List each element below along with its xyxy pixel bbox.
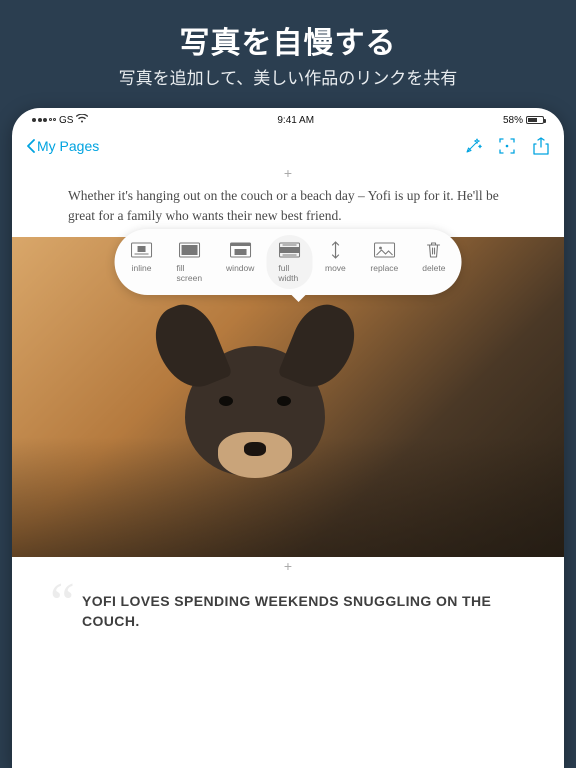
- tool-window[interactable]: window: [214, 235, 266, 289]
- tool-move[interactable]: move: [312, 235, 358, 289]
- battery-pct: 58%: [503, 115, 523, 126]
- battery-icon: [526, 116, 544, 124]
- tool-delete[interactable]: delete: [410, 235, 457, 289]
- signal-dots-icon: [32, 118, 56, 122]
- window-icon: [229, 241, 251, 259]
- magic-wand-icon[interactable]: [464, 137, 482, 155]
- inline-icon: [131, 241, 153, 259]
- fill-screen-icon: [178, 241, 200, 259]
- quote-text: YOFI LOVES SPENDING WEEKENDS SNUGGLING O…: [82, 591, 508, 632]
- plus-icon: +: [284, 165, 292, 181]
- image-block[interactable]: inline fill screen window: [12, 237, 564, 557]
- move-icon: [324, 241, 346, 259]
- quote-mark-icon: “: [50, 575, 75, 631]
- status-bar: GS 9:41 AM 58%: [12, 108, 564, 128]
- full-width-icon: [278, 241, 300, 259]
- promo-header: 写真を自慢する 写真を追加して、美しい作品のリンクを共有: [0, 0, 576, 99]
- tool-label: window: [226, 263, 254, 273]
- image-toolbar: inline fill screen window: [115, 229, 462, 295]
- tool-label: delete: [422, 263, 445, 273]
- add-block-button[interactable]: +: [12, 557, 564, 575]
- quote-block[interactable]: “ YOFI LOVES SPENDING WEEKENDS SNUGGLING…: [12, 575, 564, 642]
- back-button[interactable]: My Pages: [26, 138, 99, 154]
- tool-full-width[interactable]: full width: [266, 235, 312, 289]
- device-frame: GS 9:41 AM 58% My Pages: [12, 108, 564, 768]
- tool-fill-screen[interactable]: fill screen: [165, 235, 215, 289]
- replace-icon: [373, 241, 395, 259]
- plus-icon: +: [284, 558, 292, 574]
- chevron-left-icon: [26, 139, 35, 153]
- promo-title: 写真を自慢する: [10, 18, 566, 62]
- wifi-icon: [76, 114, 88, 126]
- add-block-button[interactable]: +: [12, 164, 564, 182]
- trash-icon: [423, 241, 445, 259]
- share-icon[interactable]: [532, 137, 550, 155]
- tool-inline[interactable]: inline: [119, 235, 165, 289]
- back-label: My Pages: [37, 138, 99, 154]
- status-time: 9:41 AM: [277, 115, 314, 126]
- promo-subtitle: 写真を追加して、美しい作品のリンクを共有: [10, 64, 566, 89]
- focus-frame-icon[interactable]: [498, 137, 516, 155]
- editor-content: + Whether it's hanging out on the couch …: [12, 164, 564, 642]
- tool-label: move: [325, 263, 346, 273]
- tool-label: full width: [278, 263, 300, 283]
- tool-replace[interactable]: replace: [358, 235, 410, 289]
- nav-bar: My Pages: [12, 128, 564, 164]
- tool-label: replace: [370, 263, 398, 273]
- carrier-label: GS: [59, 115, 73, 126]
- tool-label: inline: [132, 263, 152, 273]
- tool-label: fill screen: [177, 263, 203, 283]
